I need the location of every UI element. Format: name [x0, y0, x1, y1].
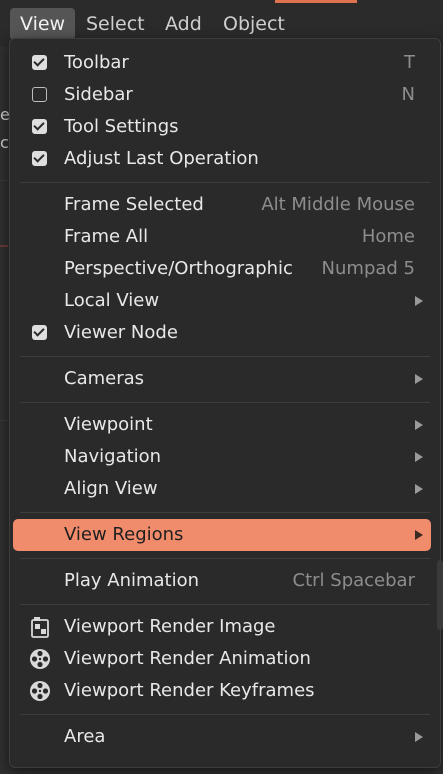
menu-item-label: Cameras — [64, 368, 145, 389]
menu-item-frame-all[interactable]: Frame All Home — [13, 221, 431, 253]
submenu-arrow-icon — [415, 484, 423, 494]
menu-object[interactable]: Object — [213, 8, 295, 40]
menu-item-viewport-render-keyframes[interactable]: Viewport Render Keyframes — [13, 675, 431, 707]
menu-item-viewpoint[interactable]: Viewpoint — [13, 409, 431, 441]
checkbox-checked-icon[interactable] — [32, 119, 47, 134]
shortcut-hint: T — [404, 52, 415, 73]
menu-item-align-view[interactable]: Align View — [13, 473, 431, 505]
checkbox-checked-icon[interactable] — [32, 151, 47, 166]
submenu-arrow-icon — [415, 530, 423, 540]
menu-item-view-regions[interactable]: View Regions — [13, 519, 431, 551]
render-still-icon — [31, 617, 49, 638]
submenu-arrow-icon — [415, 296, 423, 306]
menu-item-play-animation[interactable]: Play Animation Ctrl Spacebar — [13, 565, 431, 597]
render-animation-icon — [30, 649, 50, 669]
menu-view[interactable]: View — [10, 8, 76, 40]
menu-item-label: Local View — [64, 290, 160, 311]
menu-item-cameras[interactable]: Cameras — [13, 363, 431, 395]
render-animation-icon — [30, 681, 50, 701]
viewport-overlay-text: c — [0, 133, 9, 152]
menu-item-label: Frame All — [64, 226, 149, 247]
shortcut-hint: Numpad 5 — [321, 258, 415, 279]
active-editor-indicator — [275, 0, 357, 3]
shortcut-hint: N — [401, 84, 415, 105]
menu-item-adjust-last-operation[interactable]: Adjust Last Operation — [13, 143, 431, 175]
checkbox-checked-icon[interactable] — [32, 325, 47, 340]
shortcut-hint: Home — [361, 226, 415, 247]
menu-separator — [20, 604, 430, 605]
submenu-arrow-icon — [415, 732, 423, 742]
view-dropdown-menu: Toolbar T Sidebar N Tool Settings Adjust… — [9, 38, 441, 768]
menu-item-perspective-orthographic[interactable]: Perspective/Orthographic Numpad 5 — [13, 253, 431, 285]
menu-item-sidebar[interactable]: Sidebar N — [13, 79, 431, 111]
menu-item-label: Toolbar — [64, 52, 129, 73]
checkbox-checked-icon[interactable] — [32, 55, 47, 70]
region-edge-handle[interactable] — [437, 560, 443, 630]
menu-item-label: Navigation — [64, 446, 162, 467]
submenu-arrow-icon — [415, 452, 423, 462]
menu-item-label: Perspective/Orthographic — [64, 258, 293, 279]
menu-item-tool-settings[interactable]: Tool Settings — [13, 111, 431, 143]
menu-item-label: View Regions — [64, 524, 184, 545]
menu-item-label: Adjust Last Operation — [64, 148, 259, 169]
menu-add[interactable]: Add — [155, 8, 212, 40]
menu-item-label: Tool Settings — [64, 116, 179, 137]
menu-item-local-view[interactable]: Local View — [13, 285, 431, 317]
shortcut-hint: Alt Middle Mouse — [261, 194, 415, 215]
menu-item-label: Viewport Render Animation — [64, 648, 311, 669]
menu-item-viewer-node[interactable]: Viewer Node — [13, 317, 431, 349]
menu-item-label: Viewer Node — [64, 322, 178, 343]
menu-item-label: Play Animation — [64, 570, 200, 591]
menu-select[interactable]: Select — [76, 8, 155, 40]
menu-item-viewport-render-animation[interactable]: Viewport Render Animation — [13, 643, 431, 675]
menu-separator — [20, 512, 430, 513]
menu-item-label: Align View — [64, 478, 158, 499]
menu-separator — [20, 182, 430, 183]
submenu-arrow-icon — [415, 374, 423, 384]
menu-separator — [20, 356, 430, 357]
menu-item-label: Viewport Render Image — [64, 616, 276, 637]
menu-separator — [20, 402, 430, 403]
menu-item-navigation[interactable]: Navigation — [13, 441, 431, 473]
menu-separator — [20, 714, 430, 715]
menu-item-area[interactable]: Area — [13, 721, 431, 753]
menu-separator — [20, 558, 430, 559]
grid-line — [0, 420, 8, 421]
submenu-arrow-icon — [415, 420, 423, 430]
x-axis-line — [0, 245, 8, 247]
menu-item-label: Viewport Render Keyframes — [64, 680, 315, 701]
menu-item-viewport-render-image[interactable]: Viewport Render Image — [13, 611, 431, 643]
menu-item-label: Area — [64, 726, 106, 747]
checkbox-unchecked-icon[interactable] — [32, 87, 47, 102]
grid-line — [0, 180, 8, 181]
menu-item-label: Viewpoint — [64, 414, 153, 435]
menu-item-toolbar[interactable]: Toolbar T — [13, 47, 431, 79]
shortcut-hint: Ctrl Spacebar — [292, 570, 415, 591]
menu-item-label: Sidebar — [64, 84, 133, 105]
menu-item-frame-selected[interactable]: Frame Selected Alt Middle Mouse — [13, 189, 431, 221]
menu-item-label: Frame Selected — [64, 194, 204, 215]
